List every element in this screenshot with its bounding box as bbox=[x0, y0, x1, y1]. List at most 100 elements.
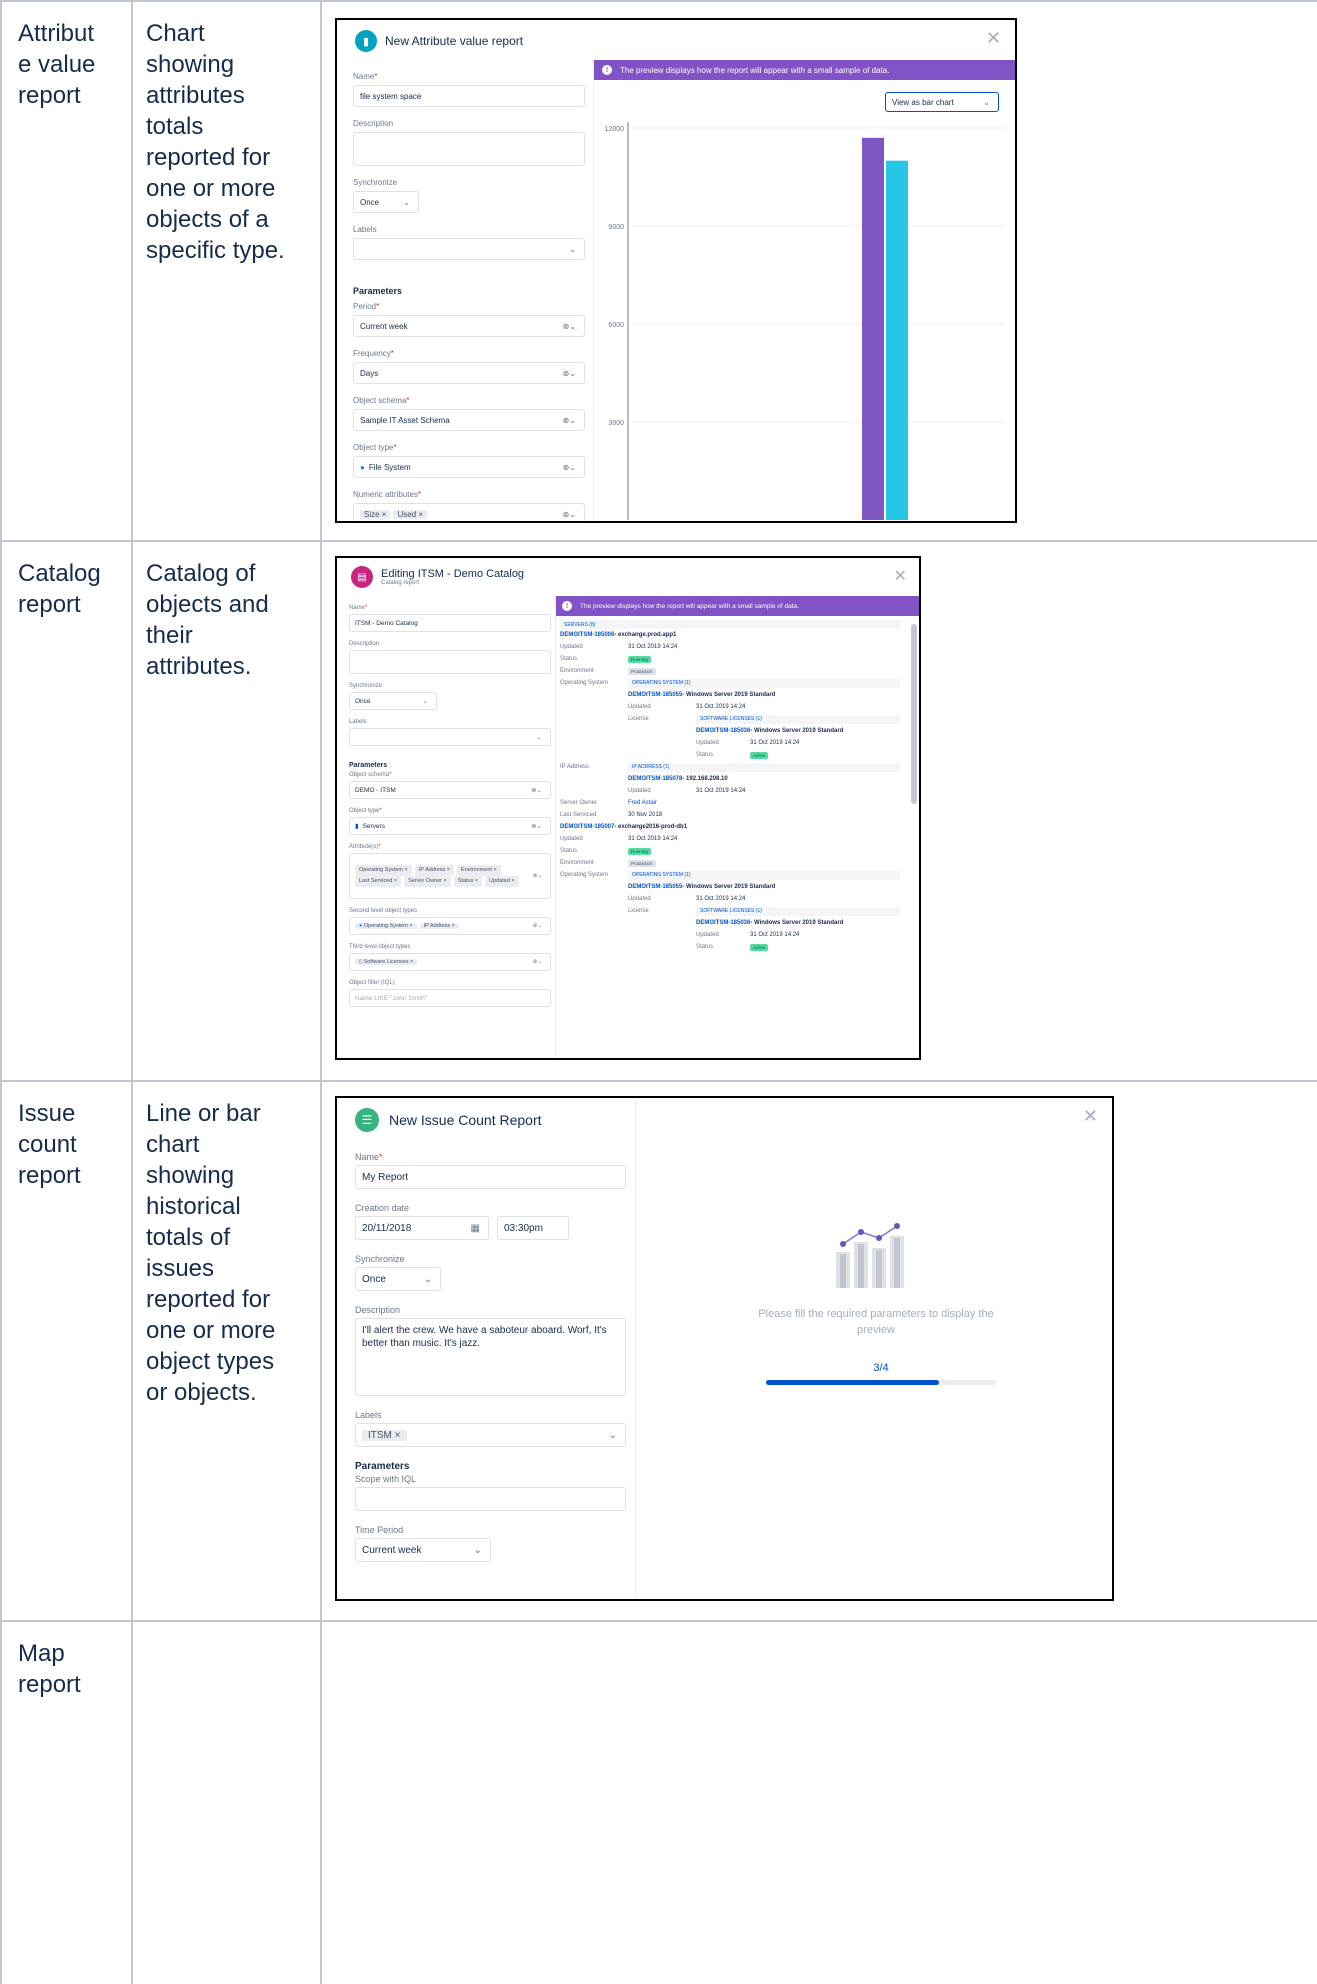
table-row-divider bbox=[0, 1080, 1317, 1082]
chevron-down-icon: ⌄ bbox=[422, 698, 428, 705]
tag-size: Size × bbox=[360, 509, 391, 519]
preview-banner: ! The preview displays how the report wil… bbox=[594, 60, 1015, 80]
object-schema-select[interactable]: Sample IT Asset Schema ⊗⌄ bbox=[353, 409, 585, 431]
catalog-preview: SERVERS (8) DEMOITSM-185006 - exchange.p… bbox=[560, 620, 900, 953]
bar-used bbox=[886, 160, 908, 520]
y-tick-label: 9000 bbox=[608, 224, 624, 231]
dialog-title: ▤ Editing ITSM - Demo Catalog Catalog rep… bbox=[351, 566, 524, 588]
row-type-catalog: Catalog report bbox=[18, 560, 101, 618]
name-field[interactable]: file system space bbox=[353, 85, 585, 107]
close-icon[interactable]: ✕ bbox=[986, 28, 1001, 49]
table-border-left bbox=[0, 0, 2, 1984]
table-row-divider bbox=[0, 540, 1317, 542]
preview-message: Please fill the required parameters to d… bbox=[758, 1308, 994, 1336]
y-tick-label: 3000 bbox=[608, 420, 624, 427]
info-icon: ! bbox=[562, 601, 572, 611]
table-row-divider bbox=[0, 1620, 1317, 1622]
catalog-report-dialog: ▤ Editing ITSM - Demo Catalog Catalog rep… bbox=[335, 556, 921, 1060]
clear-and-chevron-icon: ⊗⌄ bbox=[532, 923, 542, 929]
clear-and-chevron-icon: ⊗⌄ bbox=[531, 787, 542, 794]
progress-track bbox=[766, 1380, 996, 1385]
frequency-select[interactable]: Days ⊗⌄ bbox=[353, 362, 585, 384]
close-icon[interactable]: ✕ bbox=[894, 566, 907, 586]
description-field[interactable] bbox=[353, 132, 585, 166]
labels-select[interactable]: ⌄ bbox=[353, 238, 585, 260]
description-field[interactable] bbox=[349, 650, 551, 674]
attributes-select[interactable]: Operating System × IP Address × Environm… bbox=[349, 853, 551, 899]
row-type-map: Map report bbox=[18, 1640, 81, 1698]
attribute-report-dialog: ▮ New Attribute value report ✕ Name* fil… bbox=[335, 18, 1017, 523]
creation-date-field[interactable]: 20/11/2018 ▦ bbox=[355, 1216, 489, 1240]
parameters-heading: Parameters bbox=[353, 286, 403, 296]
catalog-icon: ▤ bbox=[351, 566, 373, 588]
preview-banner: ! The preview displays how the report wil… bbox=[556, 596, 919, 616]
clear-and-chevron-icon: ⊗⌄ bbox=[562, 368, 576, 378]
dialog-title: ☰ New Issue Count Report bbox=[355, 1108, 542, 1132]
progress-label: 3/4 bbox=[873, 1362, 889, 1374]
server-icon: ▮ bbox=[355, 823, 359, 830]
time-period-select[interactable]: Current week ⌄ bbox=[355, 1538, 491, 1562]
form-panel: Name* My Report Creation date 20/11/2018… bbox=[337, 1142, 638, 1599]
row-type-attribute-value: Attribut e value report bbox=[18, 20, 96, 109]
synchronize-select[interactable]: Once ⌄ bbox=[353, 191, 419, 213]
bar-chart-icon: ▮ bbox=[355, 30, 377, 52]
dialog-title: ▮ New Attribute value report bbox=[355, 30, 523, 52]
list-item: DEMOITSM-185007 - exchange2016-prod-db1 bbox=[560, 824, 688, 830]
labels-select[interactable]: ITSM × ⌄ bbox=[355, 1423, 626, 1447]
bar-size bbox=[862, 137, 884, 520]
file-system-icon: ● bbox=[360, 462, 365, 472]
second-level-types-select[interactable]: ● Operating System × IP Address × ⊗⌄ bbox=[349, 917, 551, 935]
numeric-attributes-select[interactable]: Size × Used × ⊗⌄ bbox=[353, 503, 585, 521]
preview-panel: ! The preview displays how the report wil… bbox=[593, 60, 1015, 521]
creation-time-field[interactable]: 03:30pm bbox=[497, 1216, 569, 1240]
tag-used: Used × bbox=[393, 509, 428, 519]
labels-select[interactable]: ⌄ bbox=[349, 728, 551, 746]
synchronize-select[interactable]: Once ⌄ bbox=[355, 1267, 441, 1291]
clear-and-chevron-icon: ⊗⌄ bbox=[531, 823, 542, 830]
scope-iql-input[interactable] bbox=[355, 1487, 626, 1511]
clear-and-chevron-icon: ⊗⌄ bbox=[562, 415, 576, 425]
table-row-divider bbox=[0, 0, 1317, 2]
synchronize-select[interactable]: Once ⌄ bbox=[349, 692, 437, 710]
scrollbar[interactable] bbox=[911, 624, 917, 804]
report-icon: ☰ bbox=[355, 1108, 379, 1132]
clear-and-chevron-icon: ⊗⌄ bbox=[562, 509, 576, 519]
description-textarea[interactable]: I'll alert the crew. We have a saboteur … bbox=[355, 1318, 626, 1396]
clear-and-chevron-icon: ⊗⌄ bbox=[562, 462, 576, 472]
form-panel: Name* file system space Description Sync… bbox=[337, 60, 595, 521]
table-column-divider bbox=[320, 0, 322, 1984]
progress-fill bbox=[766, 1380, 939, 1385]
name-field[interactable]: ITSM - Demo Catalog bbox=[349, 614, 551, 632]
list-item: DEMOITSM-185006 - exchange.prod.app1 bbox=[560, 632, 677, 638]
info-icon: ! bbox=[602, 65, 612, 75]
preview-panel: ! The preview displays how the report wil… bbox=[555, 596, 919, 1058]
form-panel: Name* ITSM - Demo Catalog Description Sy… bbox=[337, 596, 559, 1058]
object-schema-select[interactable]: DEMO - ITSM ⊗⌄ bbox=[349, 781, 551, 799]
attribute-bar-chart: 12000 9000 6000 3000 bbox=[605, 122, 1004, 520]
clear-and-chevron-icon: ⊗⌄ bbox=[532, 872, 542, 879]
chevron-down-icon: ⌄ bbox=[403, 197, 410, 207]
parameters-heading: Parameters bbox=[349, 762, 388, 769]
clear-and-chevron-icon: ⊗⌄ bbox=[532, 959, 542, 965]
clear-and-chevron-icon: ⊗⌄ bbox=[562, 321, 576, 331]
object-type-select[interactable]: ▮ Servers ⊗⌄ bbox=[349, 817, 551, 835]
calendar-icon: ▦ bbox=[470, 1222, 480, 1234]
row-type-issue-count: Issue count report bbox=[18, 1100, 81, 1189]
object-type-select[interactable]: ● File System ⊗⌄ bbox=[353, 456, 585, 478]
third-level-types-select[interactable]: ▯ Software Licenses × ⊗⌄ bbox=[349, 953, 551, 971]
chevron-down-icon: ⌄ bbox=[473, 1544, 482, 1556]
row-description-catalog: Catalog of objects and their attributes. bbox=[146, 560, 269, 680]
servers-heading: SERVERS (8) bbox=[560, 620, 900, 629]
row-description-attribute-value: Chart showing attributes totals reported… bbox=[146, 20, 285, 264]
chevron-down-icon: ⌄ bbox=[423, 1273, 432, 1285]
chart-placeholder-icon bbox=[836, 1223, 904, 1288]
name-field[interactable]: My Report bbox=[355, 1165, 626, 1189]
chevron-down-icon: ⌄ bbox=[608, 1429, 617, 1441]
issue-count-report-dialog: ☰ New Issue Count Report ✕ Name* My Repo… bbox=[335, 1096, 1114, 1601]
table-column-divider bbox=[131, 0, 133, 1984]
parameters-heading: Parameters bbox=[355, 1461, 410, 1472]
period-select[interactable]: Current week ⊗⌄ bbox=[353, 315, 585, 337]
chevron-down-icon: ⌄ bbox=[536, 734, 542, 741]
row-description-issue-count: Line or bar chart showing historical tot… bbox=[146, 1100, 276, 1406]
object-filter-input[interactable]: Name LIKE "John Smith" bbox=[349, 989, 551, 1007]
